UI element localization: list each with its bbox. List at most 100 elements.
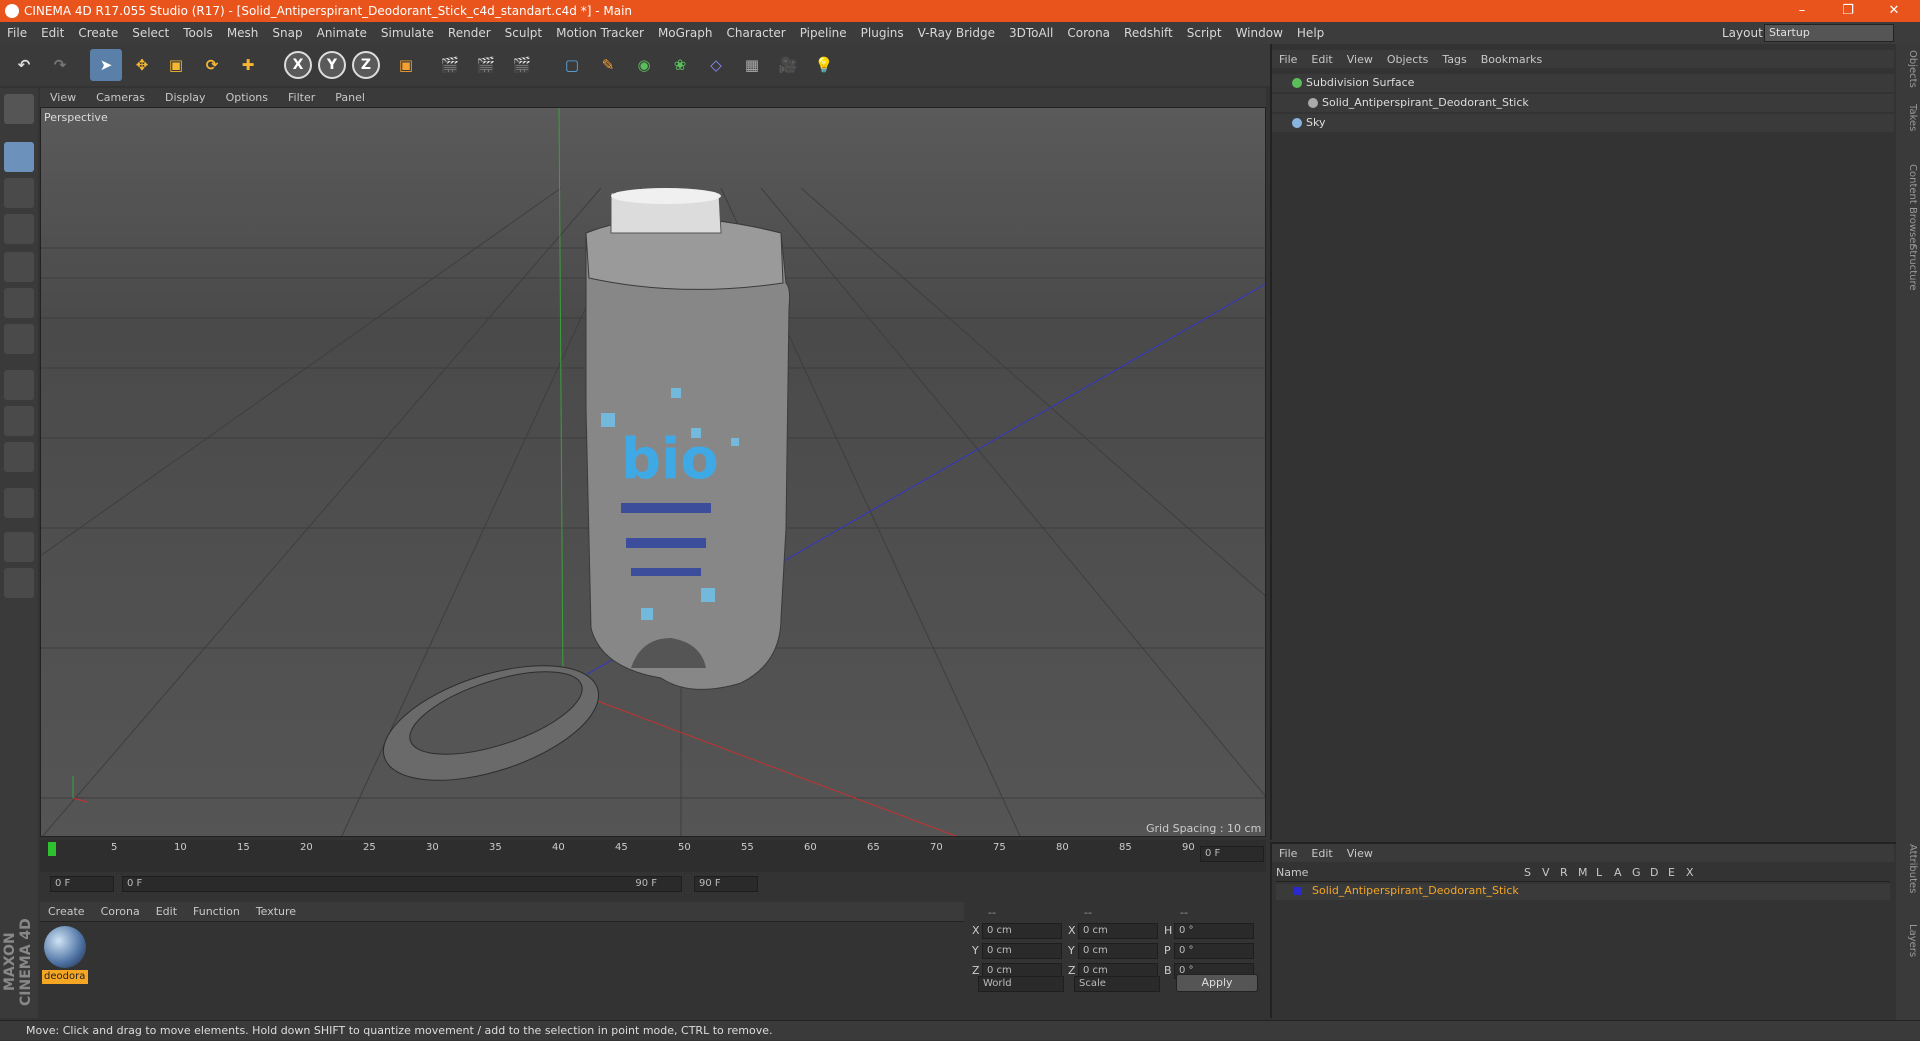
- tweak-mode-icon[interactable]: [4, 406, 34, 436]
- tab-layers[interactable]: Layers: [1898, 924, 1918, 957]
- array-icon[interactable]: ❀: [664, 49, 696, 81]
- tab-attributes[interactable]: Attributes: [1898, 844, 1918, 893]
- viewport-menu-options[interactable]: Options: [216, 91, 278, 104]
- edges-mode-icon[interactable]: [4, 288, 34, 318]
- objects-menu-view[interactable]: View: [1340, 53, 1380, 66]
- material-menu-corona[interactable]: Corona: [93, 905, 148, 918]
- y-axis-icon[interactable]: Y: [318, 51, 346, 79]
- menu-plugins[interactable]: Plugins: [854, 26, 911, 40]
- viewport-menu-panel[interactable]: Panel: [325, 91, 375, 104]
- menu-simulate[interactable]: Simulate: [374, 26, 441, 40]
- cube-icon[interactable]: ▢: [556, 49, 588, 81]
- light-icon[interactable]: 💡: [808, 49, 840, 81]
- menu-redshift[interactable]: Redshift: [1117, 26, 1180, 40]
- render-view-icon[interactable]: 🎬: [434, 49, 466, 81]
- x-axis-icon[interactable]: X: [284, 51, 312, 79]
- timeline-ruler[interactable]: 051015202530354045505560657075808590: [40, 840, 1266, 872]
- tab-takes[interactable]: Takes: [1898, 104, 1918, 131]
- menu-mesh[interactable]: Mesh: [220, 26, 266, 40]
- menu-edit[interactable]: Edit: [34, 26, 71, 40]
- layers-menu-edit[interactable]: Edit: [1304, 847, 1339, 860]
- redo-icon[interactable]: ↷: [44, 49, 76, 81]
- object-row[interactable]: Sky: [1272, 114, 1894, 132]
- viewport-perspective[interactable]: bio: [40, 107, 1266, 837]
- material-menu-texture[interactable]: Texture: [248, 905, 304, 918]
- objects-menu-file[interactable]: File: [1272, 53, 1304, 66]
- workplane-mode-icon[interactable]: [4, 214, 34, 244]
- camera-icon[interactable]: 🎥: [772, 49, 804, 81]
- coord-field[interactable]: 0 °: [1174, 943, 1254, 959]
- render-settings-icon[interactable]: 🎬: [506, 49, 538, 81]
- minimize-button[interactable]: –: [1780, 0, 1824, 22]
- rotate-tool-icon[interactable]: ⟳: [196, 49, 228, 81]
- viewport-menu-filter[interactable]: Filter: [278, 91, 325, 104]
- material-menu-function[interactable]: Function: [185, 905, 248, 918]
- locked-workplane-icon[interactable]: [4, 532, 34, 562]
- start-frame-field[interactable]: 0 F: [50, 876, 114, 892]
- menu-render[interactable]: Render: [441, 26, 498, 40]
- model-mode-icon[interactable]: [4, 142, 34, 172]
- coord-field[interactable]: 0 °: [1174, 923, 1254, 939]
- coord-field[interactable]: 0 cm: [1078, 943, 1158, 959]
- select-tool-icon[interactable]: ➤: [90, 49, 122, 81]
- scale-tool-icon[interactable]: ▣: [160, 49, 192, 81]
- apply-button[interactable]: Apply: [1176, 974, 1258, 992]
- viewport-menu-view[interactable]: View: [40, 91, 86, 104]
- timeline-playhead[interactable]: [48, 842, 56, 856]
- snap-icon[interactable]: [4, 442, 34, 472]
- restore-button[interactable]: ❐: [1826, 0, 1870, 22]
- menu-file[interactable]: File: [0, 26, 34, 40]
- material-name[interactable]: deodora: [42, 970, 88, 984]
- coord-field[interactable]: 0 cm: [982, 923, 1062, 939]
- end-frame-field[interactable]: 90 F: [694, 876, 758, 892]
- make-editable-icon[interactable]: [4, 94, 34, 124]
- subdivision-surface-icon[interactable]: ◉: [628, 49, 660, 81]
- render-picture-icon[interactable]: 🎬: [470, 49, 502, 81]
- points-mode-icon[interactable]: [4, 252, 34, 282]
- polygons-mode-icon[interactable]: [4, 324, 34, 354]
- menu-3dtoall[interactable]: 3DToAll: [1002, 26, 1060, 40]
- menu-motion-tracker[interactable]: Motion Tracker: [549, 26, 651, 40]
- coord-field[interactable]: 0 cm: [982, 943, 1062, 959]
- axis-mode-icon[interactable]: [4, 370, 34, 400]
- undo-icon[interactable]: ↶: [8, 49, 40, 81]
- objects-menu-edit[interactable]: Edit: [1304, 53, 1339, 66]
- texture-mode-icon[interactable]: [4, 178, 34, 208]
- material-menu-edit[interactable]: Edit: [148, 905, 185, 918]
- coord-scale-dropdown[interactable]: Scale: [1074, 976, 1160, 992]
- menu-script[interactable]: Script: [1180, 26, 1229, 40]
- z-axis-icon[interactable]: Z: [352, 51, 380, 79]
- deformer-icon[interactable]: ◇: [700, 49, 732, 81]
- layout-dropdown[interactable]: Startup: [1764, 24, 1894, 42]
- tab-structure[interactable]: Structure: [1898, 244, 1918, 291]
- layer-row[interactable]: Solid_Antiperspirant_Deodorant_Stick: [1276, 884, 1890, 900]
- coordinate-system-icon[interactable]: ▣: [390, 49, 422, 81]
- close-button[interactable]: ✕: [1872, 0, 1916, 22]
- menu-sculpt[interactable]: Sculpt: [498, 26, 549, 40]
- frame-range-slider[interactable]: 0 F 90 F: [122, 876, 682, 892]
- layers-menu-view[interactable]: View: [1340, 847, 1380, 860]
- objects-menu-tags[interactable]: Tags: [1435, 53, 1473, 66]
- magnet-icon[interactable]: [4, 488, 34, 518]
- recent-tool-icon[interactable]: ✚: [232, 49, 264, 81]
- menu-snap[interactable]: Snap: [265, 26, 309, 40]
- layers-menu-file[interactable]: File: [1272, 847, 1304, 860]
- menu-tools[interactable]: Tools: [176, 26, 220, 40]
- object-row[interactable]: Solid_Antiperspirant_Deodorant_Stick: [1272, 94, 1894, 112]
- coord-world-dropdown[interactable]: World: [978, 976, 1064, 992]
- move-tool-icon[interactable]: ✥: [126, 49, 158, 81]
- spline-pen-icon[interactable]: ✎: [592, 49, 624, 81]
- menu-mograph[interactable]: MoGraph: [651, 26, 720, 40]
- menu-animate[interactable]: Animate: [310, 26, 374, 40]
- menu-v-ray-bridge[interactable]: V-Ray Bridge: [911, 26, 1002, 40]
- tab-content-browser[interactable]: Content Browser: [1898, 164, 1918, 247]
- material-thumbnail[interactable]: [44, 926, 86, 968]
- object-row[interactable]: Subdivision Surface: [1272, 74, 1894, 92]
- material-menu-create[interactable]: Create: [40, 905, 93, 918]
- menu-pipeline[interactable]: Pipeline: [793, 26, 854, 40]
- menu-create[interactable]: Create: [71, 26, 125, 40]
- objects-menu-objects[interactable]: Objects: [1380, 53, 1436, 66]
- viewport-menu-cameras[interactable]: Cameras: [86, 91, 155, 104]
- menu-corona[interactable]: Corona: [1060, 26, 1117, 40]
- floor-icon[interactable]: ▦: [736, 49, 768, 81]
